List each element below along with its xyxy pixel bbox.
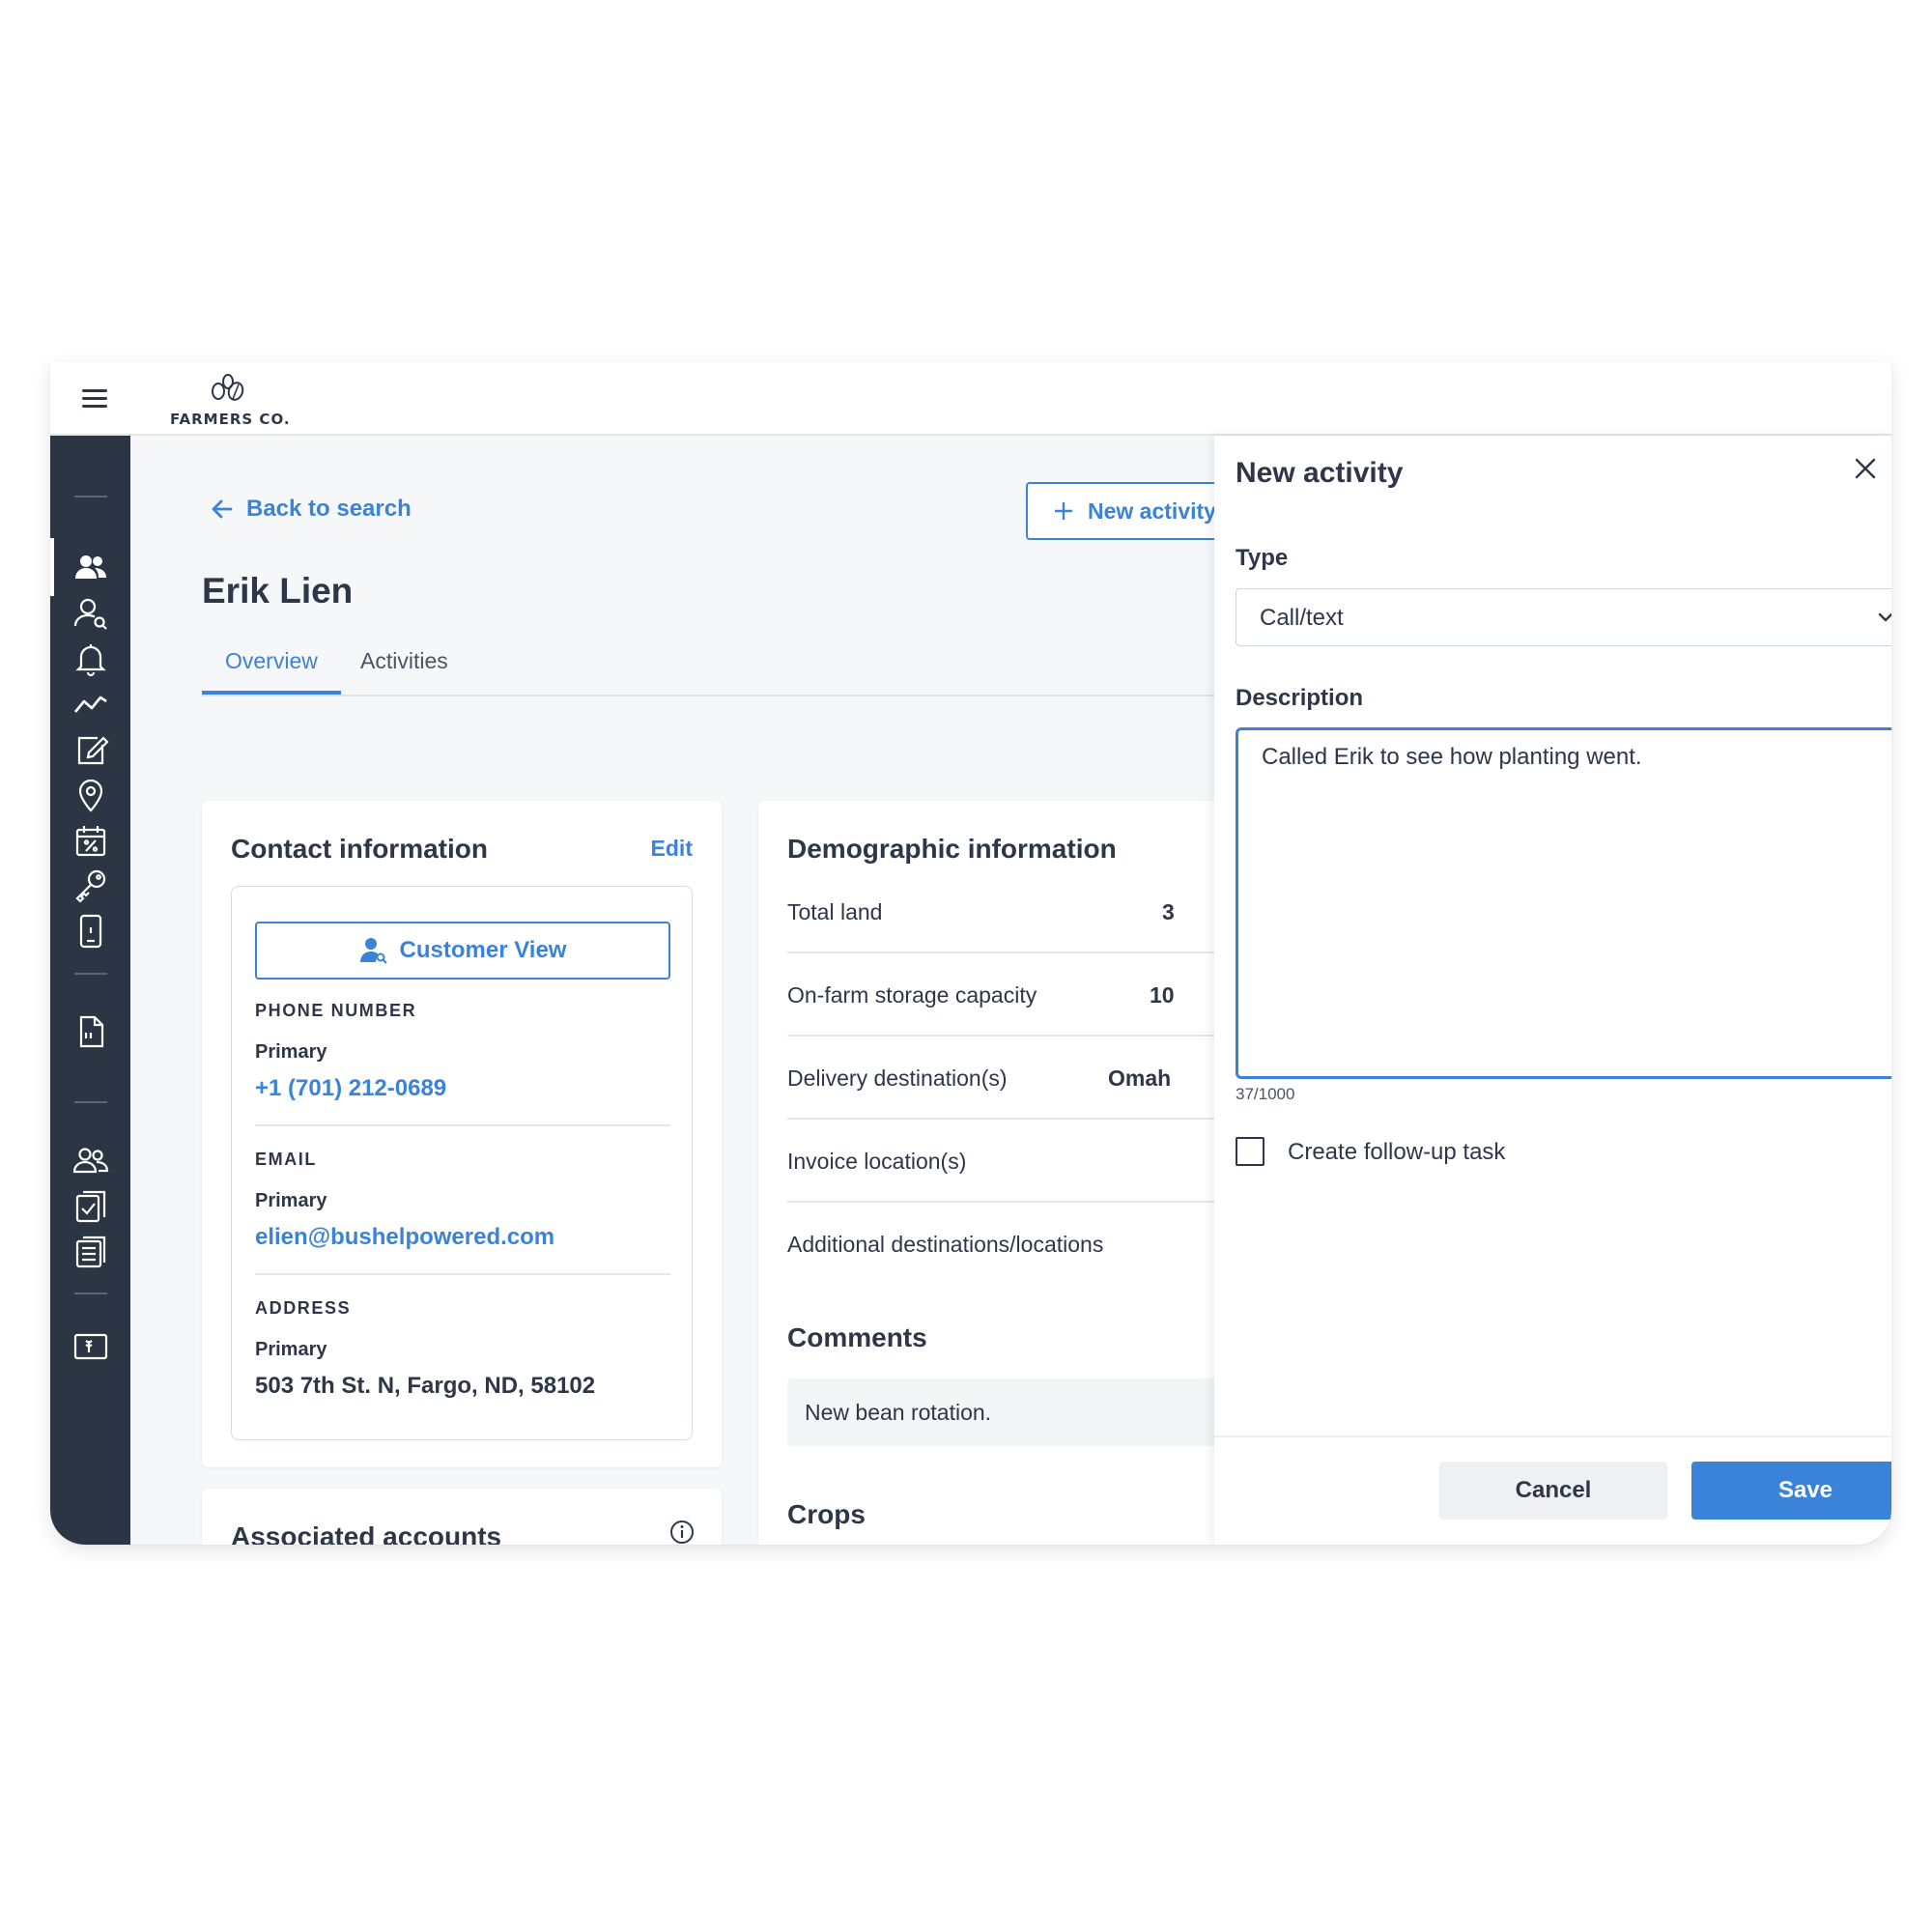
comments-title: Comments <box>787 1322 927 1352</box>
user-search-icon <box>359 938 387 964</box>
contact-information-title: Contact information <box>231 834 488 864</box>
customer-view-button[interactable]: Customer View <box>255 922 670 980</box>
main-content: Back to search New activity Erik Lien Ov… <box>130 436 1214 1545</box>
divider <box>255 1273 670 1275</box>
crops-title: Crops <box>787 1499 866 1529</box>
sidebar-divider <box>74 496 107 497</box>
email-label: EMAIL <box>255 1150 317 1169</box>
type-label: Type <box>1236 545 1289 571</box>
logo[interactable]: FARMERS CO. <box>170 372 325 430</box>
sidebar <box>50 436 130 1545</box>
sidebar-divider <box>74 973 107 975</box>
demographic-row-storage-capacity: On-farm storage capacity 10 <box>787 953 1214 1037</box>
trend-icon[interactable] <box>71 685 110 724</box>
top-bar: FARMERS CO. <box>50 362 1891 436</box>
mobile-phone-icon[interactable] <box>71 912 110 951</box>
demographic-row-total-land: Total land 3 <box>787 870 1214 953</box>
save-button[interactable]: Save <box>1691 1462 1891 1520</box>
sidebar-active-indicator <box>50 538 54 596</box>
email-type: Primary <box>255 1190 327 1211</box>
location-pin-icon[interactable] <box>71 776 110 814</box>
tab-activities[interactable]: Activities <box>337 648 471 695</box>
character-counter: 37/1000 <box>1236 1085 1295 1103</box>
team-icon[interactable] <box>71 1141 110 1179</box>
customer-search-icon[interactable] <box>71 594 110 633</box>
app-window: FARMERS CO. Back to search New activity … <box>50 362 1891 1545</box>
address-value: 503 7th St. N, Fargo, ND, 58102 <box>255 1373 596 1399</box>
back-to-search-label: Back to search <box>246 496 412 522</box>
demographic-information-card: Demographic information Total land 3 On-… <box>758 801 1214 1545</box>
tab-overview[interactable]: Overview <box>202 648 341 695</box>
close-icon[interactable] <box>1852 455 1879 482</box>
tab-bar: Overview Activities <box>202 646 1214 696</box>
type-select[interactable]: Call/text <box>1236 588 1891 646</box>
demographic-row-delivery-destinations: Delivery destination(s) Omah <box>787 1037 1214 1120</box>
logo-text: FARMERS CO. <box>170 411 291 428</box>
edit-note-icon[interactable] <box>71 730 110 769</box>
associated-accounts-card: Associated accounts <box>202 1489 722 1545</box>
description-textarea[interactable]: Called Erik to see how planting went. <box>1236 727 1891 1079</box>
sidebar-divider <box>74 1101 107 1103</box>
demographic-row-value: 3 <box>1162 899 1175 924</box>
info-icon[interactable] <box>669 1520 695 1545</box>
panel-title: New activity <box>1236 457 1404 489</box>
contract-quote-icon[interactable] <box>71 1012 110 1051</box>
address-type: Primary <box>255 1339 327 1360</box>
demographic-row-label: On-farm storage capacity <box>787 982 1037 1008</box>
address-label: ADDRESS <box>255 1298 352 1318</box>
chevron-down-icon <box>1878 612 1891 622</box>
calendar-percent-icon[interactable] <box>71 821 110 860</box>
follow-up-label[interactable]: Create follow-up task <box>1288 1139 1505 1166</box>
customer-view-label: Customer View <box>399 937 567 963</box>
associated-accounts-title: Associated accounts <box>231 1521 502 1545</box>
demographic-row-value: Omah <box>1108 1065 1172 1091</box>
key-icon[interactable] <box>71 867 110 905</box>
demographic-row-value: 10 <box>1150 982 1175 1008</box>
phone-number-link[interactable]: +1 (701) 212-0689 <box>255 1075 446 1102</box>
description-label: Description <box>1236 685 1364 711</box>
demographic-row-invoice-locations: Invoice location(s) <box>787 1120 1214 1203</box>
new-activity-button[interactable]: New activity <box>1026 482 1214 540</box>
menu-icon[interactable] <box>77 385 112 412</box>
demographic-row-label: Invoice location(s) <box>787 1149 967 1174</box>
demographic-information-title: Demographic information <box>787 834 1117 864</box>
divider <box>255 1124 670 1126</box>
bell-icon[interactable] <box>71 639 110 678</box>
follow-up-checkbox[interactable] <box>1236 1137 1264 1166</box>
contact-information-card: Contact information Edit Customer View P… <box>202 801 722 1467</box>
demographic-row-label: Total land <box>787 899 883 924</box>
checklist-icon[interactable] <box>71 1186 110 1225</box>
comment-box: New bean rotation. <box>787 1378 1214 1446</box>
arrow-left-icon <box>212 499 233 519</box>
cancel-button[interactable]: Cancel <box>1439 1462 1667 1520</box>
customer-name: Erik Lien <box>202 571 354 611</box>
grain-ticket-icon[interactable] <box>71 1329 110 1368</box>
sidebar-divider <box>74 1293 107 1294</box>
email-link[interactable]: elien@bushelpowered.com <box>255 1224 554 1251</box>
phone-number-label: PHONE NUMBER <box>255 1001 417 1020</box>
back-to-search-link[interactable]: Back to search <box>210 496 412 523</box>
panel-footer: Cancel Save <box>1214 1435 1891 1545</box>
document-list-icon[interactable] <box>71 1232 110 1270</box>
plus-icon <box>1055 502 1072 520</box>
new-activity-button-label: New activity <box>1088 497 1214 524</box>
customers-icon[interactable] <box>71 548 110 586</box>
type-select-value: Call/text <box>1260 605 1344 631</box>
edit-contact-link[interactable]: Edit <box>651 836 693 862</box>
demographic-row-additional-destinations: Additional destinations/locations <box>787 1203 1214 1286</box>
contact-details: Customer View PHONE NUMBER Primary +1 (7… <box>231 886 693 1440</box>
demographic-row-label: Delivery destination(s) <box>787 1065 1008 1091</box>
leaf-icon <box>212 374 244 401</box>
new-activity-panel: New activity Type Call/text Description … <box>1214 436 1891 1545</box>
demographic-row-label: Additional destinations/locations <box>787 1232 1104 1257</box>
phone-type: Primary <box>255 1041 327 1063</box>
comment-text: New bean rotation. <box>805 1400 992 1425</box>
